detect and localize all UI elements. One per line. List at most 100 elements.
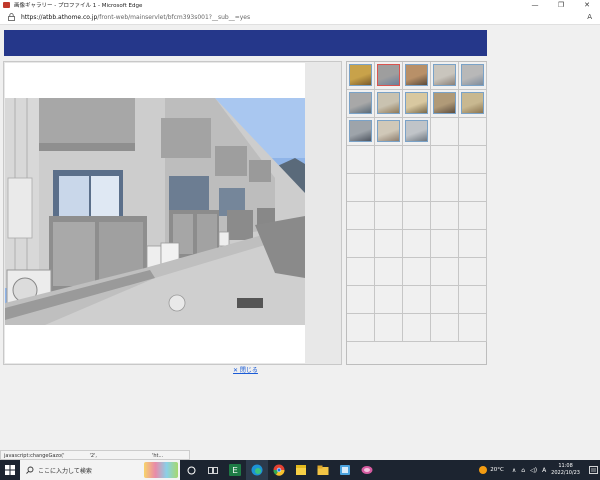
- ime-indicator[interactable]: A: [542, 467, 546, 474]
- chrome-icon[interactable]: [268, 460, 290, 480]
- thumbnail-cell[interactable]: [375, 62, 403, 90]
- thumbnail-cell: [431, 174, 459, 202]
- file-explorer-icon[interactable]: [312, 460, 334, 480]
- image-viewer: [3, 61, 342, 365]
- clock-time: 11:08: [558, 463, 573, 469]
- search-highlight-image: [144, 462, 178, 478]
- thumbnail-image[interactable]: [405, 64, 428, 86]
- window-titlebar: 画像ギャラリー - プロファイル 1 - Microsoft Edge — ❐ …: [0, 0, 600, 10]
- thumbnail-cell: [375, 314, 403, 342]
- thumbnail-cell[interactable]: [403, 62, 431, 90]
- app-icon-blue[interactable]: [334, 460, 356, 480]
- thumbnail-cell[interactable]: [375, 90, 403, 118]
- thumbnail-cell: [403, 230, 431, 258]
- thumbnail-cell: [459, 118, 487, 146]
- thumbnail-cell: [459, 258, 487, 286]
- thumbnail-cell: [459, 202, 487, 230]
- cortana-icon[interactable]: [180, 460, 202, 480]
- clock[interactable]: 11:08 2022/10/23: [551, 463, 580, 477]
- restore-button[interactable]: ❐: [548, 0, 574, 10]
- thumbnail-cell[interactable]: [347, 62, 375, 90]
- thumbnail-cell: [431, 202, 459, 230]
- excel-icon[interactable]: E: [224, 460, 246, 480]
- thumbnail-image[interactable]: [377, 120, 400, 142]
- thumbnail-cell: [431, 258, 459, 286]
- url-host: https://atbb.athome.co.jp: [21, 13, 98, 21]
- page-content: ✕ 閉じる: [0, 26, 600, 450]
- close-link[interactable]: ✕ 閉じる: [233, 365, 258, 374]
- thumbnail-cell: [347, 202, 375, 230]
- thumbnail-cell: [431, 314, 459, 342]
- header-banner: [4, 30, 487, 56]
- lock-icon[interactable]: [7, 13, 16, 22]
- app-icon-gallery[interactable]: [356, 460, 378, 480]
- thumbnail-cell: [347, 314, 375, 342]
- thumbnail-cell[interactable]: [459, 62, 487, 90]
- thumbnail-image[interactable]: [405, 120, 428, 142]
- window-title: 画像ギャラリー - プロファイル 1 - Microsoft Edge: [14, 3, 143, 9]
- thumbnail-cell: [347, 174, 375, 202]
- close-window-button[interactable]: ✕: [574, 0, 600, 10]
- thumbnail-cell: [375, 174, 403, 202]
- thumbnail-image[interactable]: [433, 92, 456, 114]
- notification-icon[interactable]: [586, 460, 600, 480]
- taskbar: ここに入力して検索 E 20°C ∧ ⌂ ◁) A 11:08 2022/10/…: [0, 460, 600, 480]
- address-bar[interactable]: https://atbb.athome.co.jp/front-web/main…: [0, 10, 600, 25]
- search-icon: [26, 466, 34, 474]
- thumbnail-image[interactable]: [349, 92, 372, 114]
- thumbnail-cell[interactable]: [403, 118, 431, 146]
- volume-icon[interactable]: ◁): [530, 467, 537, 474]
- thumbnail-cell[interactable]: [347, 118, 375, 146]
- thumbnail-image[interactable]: [461, 92, 484, 114]
- thumbnail-cell: [459, 230, 487, 258]
- url-path: /front-web/mainservlet/bfcm393s001?__sub…: [97, 13, 251, 21]
- thumbnail-image[interactable]: [461, 64, 484, 86]
- thumbnail-cell: [403, 174, 431, 202]
- thumbnail-cell: [347, 146, 375, 174]
- windows-start-icon[interactable]: [0, 460, 20, 480]
- window-controls: — ❐ ✕: [522, 0, 600, 10]
- thumbnail-cell[interactable]: [459, 90, 487, 118]
- thumbnail-cell: [431, 230, 459, 258]
- thumbnail-cell: [403, 314, 431, 342]
- search-placeholder: ここに入力して検索: [38, 467, 92, 475]
- thumbnail-cell: [375, 146, 403, 174]
- thumbnail-grid: [347, 62, 487, 342]
- network-icon[interactable]: ⌂: [521, 467, 525, 474]
- main-photo: [5, 98, 305, 325]
- thumbnail-panel: [346, 61, 487, 365]
- thumbnail-cell: [375, 258, 403, 286]
- thumbnail-cell: [431, 118, 459, 146]
- thumbnail-cell: [459, 314, 487, 342]
- thumbnail-image[interactable]: [405, 92, 428, 114]
- thumbnail-cell: [403, 146, 431, 174]
- thumbnail-cell: [403, 258, 431, 286]
- thumbnail-image[interactable]: [433, 64, 456, 86]
- thumbnail-cell: [375, 286, 403, 314]
- taskbar-search-box[interactable]: ここに入力して検索: [20, 460, 180, 480]
- thumbnail-image[interactable]: [377, 92, 400, 114]
- system-tray: 20°C ∧ ⌂ ◁) A 11:08 2022/10/23: [479, 460, 600, 480]
- tray-expand-icon[interactable]: ∧: [512, 467, 516, 474]
- task-view-icon[interactable]: [202, 460, 224, 480]
- weather-widget[interactable]: 20°C: [479, 466, 504, 474]
- thumbnail-cell[interactable]: [347, 90, 375, 118]
- thumbnail-cell: [459, 146, 487, 174]
- reader-mode-icon[interactable]: A: [587, 13, 592, 21]
- weather-temp: 20°C: [490, 467, 504, 473]
- thumbnail-cell[interactable]: [375, 118, 403, 146]
- thumbnail-cell: [375, 230, 403, 258]
- edge-icon[interactable]: [246, 460, 268, 480]
- url-text[interactable]: https://atbb.athome.co.jp/front-web/main…: [21, 14, 250, 21]
- thumbnail-image[interactable]: [349, 120, 372, 142]
- thumbnail-cell[interactable]: [403, 90, 431, 118]
- thumbnail-cell: [431, 146, 459, 174]
- thumbnail-image[interactable]: [377, 64, 400, 86]
- minimize-button[interactable]: —: [522, 0, 548, 10]
- thumbnail-cell[interactable]: [431, 90, 459, 118]
- sticky-notes-icon[interactable]: [290, 460, 312, 480]
- thumbnail-cell: [347, 258, 375, 286]
- thumbnail-cell[interactable]: [431, 62, 459, 90]
- thumbnail-cell: [403, 202, 431, 230]
- thumbnail-image[interactable]: [349, 64, 372, 86]
